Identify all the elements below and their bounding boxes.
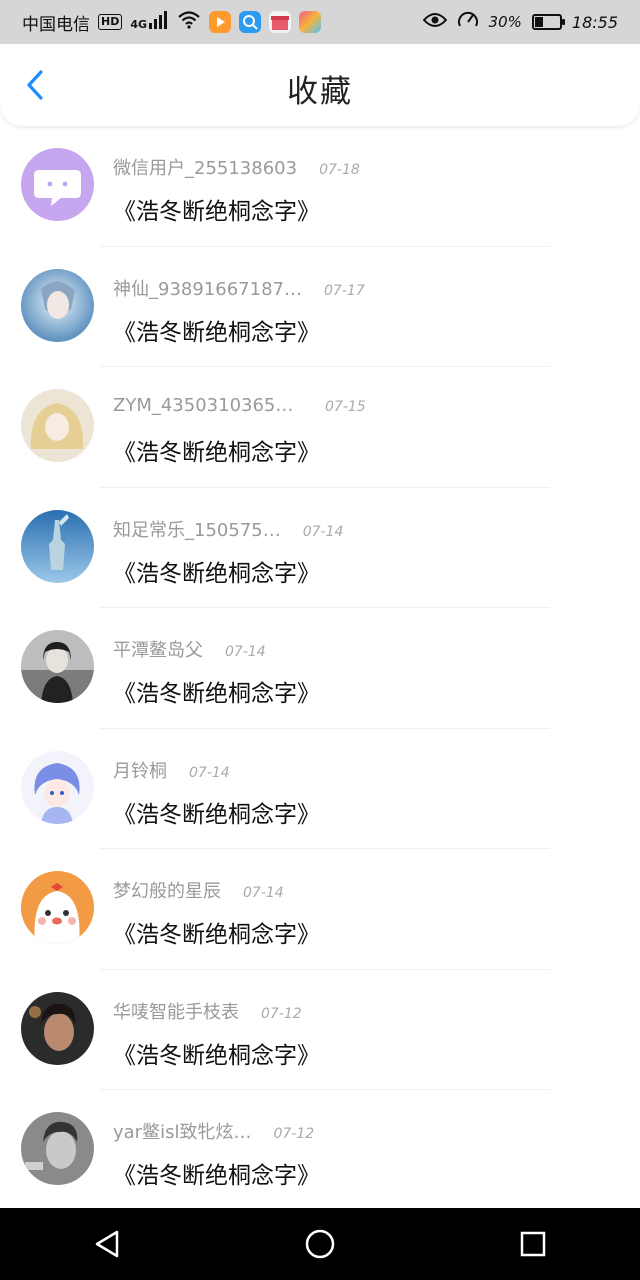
date: 07-14 [302,523,344,540]
date: 07-18 [319,162,360,178]
home-circle-icon [305,1229,335,1259]
avatar [21,389,94,462]
list-item[interactable]: 平潭鳌岛父 07-14 《浩冬断绝桐念字》 [0,608,640,729]
favorite-title: 《浩冬断绝桐念字》 [113,1163,320,1189]
username: 平潭鳌岛父 [113,640,203,661]
date: 07-12 [261,1005,302,1022]
back-triangle-icon [95,1230,118,1258]
list-item[interactable]: 月铃桐 07-14 《浩冬断绝桐念字》 [0,729,640,849]
favorites-list: 微信用户_255138603 07-18 《浩冬断绝桐念字》 神仙_938916… [0,126,640,1211]
list-item[interactable]: 神仙_93891667187… 07-17 《浩冬断绝桐念字》 [0,247,640,367]
username: 知足常乐_150575… [113,519,281,541]
favorite-title: 《浩冬断绝桐念字》 [113,440,320,466]
navigation-bar [0,1208,640,1280]
recents-square-icon [521,1231,546,1257]
list-item[interactable]: 知足常乐_150575… 07-14 《浩冬断绝桐念字》 [0,488,640,608]
date: 07-12 [273,1126,315,1142]
list-item[interactable]: 微信用户_255138603 07-18 《浩冬断绝桐念字》 [0,126,640,247]
page-title: 收藏 [287,74,353,110]
nav-recents-button[interactable] [503,1214,563,1274]
list-item[interactable]: 华唛智能手枝表 07-12 《浩冬断绝桐念字》 [0,970,640,1090]
battery-percent: 30% [488,13,522,31]
favorite-title: 《浩冬断绝桐念字》 [113,922,320,948]
favorite-title: 《浩冬断绝桐念字》 [113,801,320,828]
avatar [21,750,94,824]
hd-icon: HD [98,14,123,30]
status-bar: 中国电信 HD 4G 30% 18:55 [0,0,640,44]
username: 神仙_93891667187… [113,278,302,300]
list-item[interactable]: yar鳖isl致牝炫… 07-12 《浩冬断绝桐念字》 [0,1090,640,1211]
favorite-title: 《浩冬断绝桐念字》 [113,199,320,225]
avatar [21,871,94,944]
date: 07-15 [325,399,366,415]
list-item[interactable]: 梦幻般的星辰 07-14 《浩冬断绝桐念字》 [0,849,640,970]
username: yar鳖isl致牝炫… [113,1122,252,1143]
date: 07-14 [189,764,230,781]
favorite-title: 《浩冬断绝桐念字》 [113,560,320,587]
date: 07-17 [323,282,365,299]
network-type-label: 4G [130,17,148,31]
date: 07-14 [243,885,284,901]
avatar [21,148,94,221]
nav-back-button[interactable] [77,1214,137,1274]
battery-icon [531,14,565,30]
date: 07-14 [225,644,266,660]
clock: 18:55 [571,12,618,32]
app-header: 收藏 [0,44,640,126]
avatar [21,268,94,342]
search-app-icon [239,11,262,33]
favorite-title: 《浩冬断绝桐念字》 [113,681,320,707]
avatar [21,630,94,703]
username: 微信用户_255138603 [113,158,298,179]
favorite-title: 《浩冬断绝桐念字》 [113,1042,320,1069]
colorful-app-icon [299,11,322,33]
signal-icon [149,10,169,34]
username: 梦幻般的星辰 [113,881,221,902]
speedometer-icon [457,10,479,35]
video-app-icon [209,11,232,33]
carrier-label: 中国电信 [22,14,90,35]
username: 月铃桐 [113,760,167,782]
username: ZYM_435031036586… [113,395,303,416]
avatar [21,1112,94,1185]
avatar [21,509,94,583]
gift-app-icon [269,11,292,33]
list-item[interactable]: ZYM_435031036586… 07-15 《浩冬断绝桐念字》 [0,367,640,488]
favorite-title: 《浩冬断绝桐念字》 [113,319,320,346]
eye-icon [422,12,447,33]
wifi-icon [177,10,201,34]
avatar [21,991,94,1065]
nav-home-button[interactable] [290,1214,350,1274]
username: 华唛智能手枝表 [113,1001,239,1023]
